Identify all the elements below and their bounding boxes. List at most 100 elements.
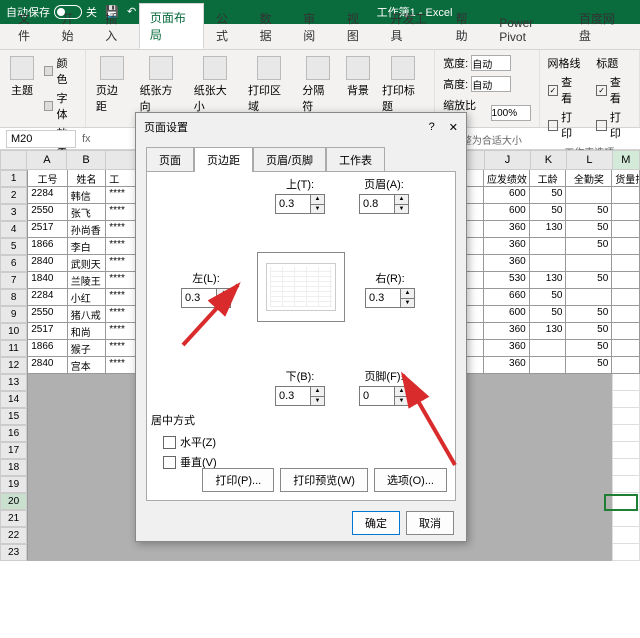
cell[interactable] [566,493,612,510]
tab-data[interactable]: 数据 [250,5,292,49]
cell[interactable] [530,340,567,357]
cell[interactable] [530,255,567,272]
cell[interactable] [612,204,640,221]
cell[interactable] [612,357,640,374]
tab-file[interactable]: 文件 [8,5,50,49]
cell[interactable] [612,323,640,340]
cell[interactable]: 应发绩效 [484,170,530,187]
cell[interactable] [612,442,640,459]
cell[interactable]: 猪八戒 [68,306,107,323]
header-spinner[interactable]: ▲▼ [395,194,409,214]
width-select[interactable] [471,55,511,71]
cell[interactable] [530,493,567,510]
cell[interactable] [530,459,567,476]
cell[interactable]: 2517 [27,323,67,340]
tab-pagelayout[interactable]: 页面布局 [139,3,204,49]
tab-baidu[interactable]: 百度网盘 [569,5,632,49]
cell[interactable] [612,306,640,323]
cell[interactable]: 130 [530,272,567,289]
head-view-checkbox[interactable] [596,85,607,96]
bottom-spinner[interactable]: ▲▼ [311,386,325,406]
cell[interactable] [612,510,640,527]
col-K[interactable]: K [531,150,567,170]
cell[interactable] [27,442,67,459]
horiz-checkbox[interactable] [163,436,176,449]
cell[interactable]: 全勤奖 [566,170,612,187]
ok-button[interactable]: 确定 [352,511,400,535]
cell[interactable]: 小红 [68,289,107,306]
theme-colors[interactable]: 颜色 [42,54,79,88]
cell[interactable] [484,527,530,544]
dlgtab-sheet[interactable]: 工作表 [326,147,385,172]
height-select[interactable] [471,76,511,92]
cell[interactable]: 宫本 [68,357,107,374]
cell[interactable] [484,510,530,527]
footer-spinner[interactable]: ▲▼ [395,386,409,406]
cell[interactable]: 50 [530,306,567,323]
cell[interactable]: 50 [566,306,612,323]
cell[interactable]: 130 [530,323,567,340]
row-header[interactable]: 6 [0,255,27,272]
cell[interactable] [612,374,640,391]
cell[interactable] [68,476,107,493]
col-J[interactable]: J [485,150,530,170]
cell[interactable]: 50 [566,238,612,255]
dlgtab-headerfooter[interactable]: 页眉/页脚 [253,147,326,172]
row-header[interactable]: 23 [0,544,27,561]
cell[interactable]: 50 [530,204,567,221]
cell[interactable]: 530 [484,272,530,289]
cell[interactable]: 兰陵王 [68,272,107,289]
row-header[interactable]: 15 [0,408,27,425]
header-input[interactable] [359,194,395,214]
cell[interactable]: 360 [484,340,530,357]
cell[interactable] [566,187,612,204]
cell[interactable] [484,408,530,425]
cell[interactable]: 姓名 [68,170,107,187]
tab-help[interactable]: 帮助 [446,5,488,49]
cell[interactable]: 2284 [27,187,67,204]
cell[interactable]: 韩信 [68,187,107,204]
top-input[interactable] [275,194,311,214]
cell[interactable]: 工龄 [530,170,567,187]
cell[interactable] [484,544,530,561]
grid-view-checkbox[interactable] [548,85,559,96]
help-icon[interactable]: ? [429,121,435,134]
cell[interactable] [566,544,612,561]
cell[interactable] [612,459,640,476]
tab-powerpivot[interactable]: Power Pivot [489,11,567,49]
cell[interactable] [566,510,612,527]
cell[interactable] [530,425,567,442]
scale-input[interactable] [491,105,531,121]
tab-insert[interactable]: 插入 [95,5,137,49]
cell[interactable] [68,391,107,408]
row-header[interactable]: 4 [0,221,27,238]
row-header[interactable]: 22 [0,527,27,544]
tab-review[interactable]: 审阅 [293,5,335,49]
cancel-button[interactable]: 取消 [406,511,454,535]
right-spinner[interactable]: ▲▼ [401,288,415,308]
cell[interactable] [27,425,67,442]
cell[interactable] [566,289,612,306]
cell[interactable] [484,459,530,476]
cell[interactable]: 600 [484,306,530,323]
cell[interactable] [530,408,567,425]
cell[interactable] [68,459,107,476]
left-input[interactable] [181,288,217,308]
col-B[interactable]: B [67,150,105,170]
cell[interactable]: 2840 [27,357,67,374]
cell[interactable] [27,493,67,510]
row-header[interactable]: 2 [0,187,27,204]
cell[interactable]: 660 [484,289,530,306]
cell[interactable] [27,510,67,527]
cell[interactable]: 2517 [27,221,67,238]
preview-button[interactable]: 打印预览(W) [280,468,368,492]
cell[interactable] [530,527,567,544]
cell[interactable]: 2550 [27,204,67,221]
name-box[interactable] [6,130,76,148]
cell[interactable] [612,493,640,510]
cell[interactable]: 货量排 [612,170,640,187]
row-header[interactable]: 18 [0,459,27,476]
dlgtab-margins[interactable]: 页边距 [194,147,253,172]
row-header[interactable]: 11 [0,340,27,357]
row-header[interactable]: 3 [0,204,27,221]
